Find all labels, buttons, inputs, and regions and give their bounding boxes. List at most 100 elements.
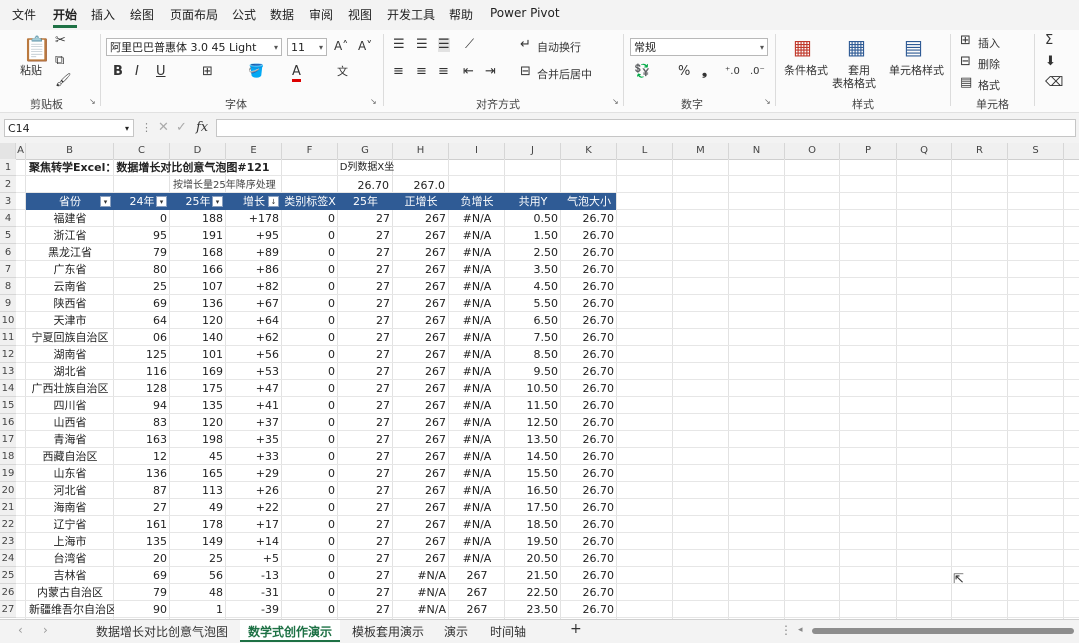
table-cell[interactable]: 135 — [114, 533, 170, 550]
table-cell[interactable]: 福建省 — [26, 210, 114, 227]
table-cell[interactable]: 湖北省 — [26, 363, 114, 380]
row-header[interactable]: 6 — [0, 244, 16, 261]
table-cell[interactable]: 吉林省 — [26, 567, 114, 584]
row-header[interactable]: 20 — [0, 482, 16, 499]
format-cells-button[interactable]: 格式 — [978, 77, 1000, 93]
table-cell[interactable]: 26.70 — [561, 550, 617, 567]
table-cell[interactable]: 27 — [338, 567, 393, 584]
table-cell[interactable]: 267 — [393, 363, 449, 380]
row-header[interactable]: 7 — [0, 261, 16, 278]
table-cell[interactable]: 26.70 — [561, 244, 617, 261]
table-cell[interactable]: 95 — [114, 227, 170, 244]
sheet-tab[interactable]: 时间轴 — [490, 623, 526, 640]
table-cell[interactable]: 13.50 — [505, 431, 561, 448]
paste-icon[interactable]: 📋 — [22, 36, 52, 62]
table-cell[interactable]: 0 — [282, 380, 338, 397]
table-cell[interactable]: 21.50 — [505, 567, 561, 584]
menu-file[interactable]: 文件 — [12, 6, 36, 23]
column-header[interactable]: A — [16, 143, 26, 159]
row-header[interactable]: 26 — [0, 584, 16, 601]
table-cell[interactable]: 26.70 — [561, 329, 617, 346]
table-cell[interactable]: 26.70 — [561, 397, 617, 414]
table-cell[interactable]: 27 — [338, 550, 393, 567]
table-cell[interactable]: -13 — [226, 567, 282, 584]
table-cell[interactable]: 168 — [170, 244, 226, 261]
table-cell[interactable]: 1.50 — [505, 227, 561, 244]
table-cell[interactable]: 云南省 — [26, 278, 114, 295]
table-cell[interactable]: #N/A — [449, 363, 505, 380]
table-cell[interactable]: #N/A — [449, 414, 505, 431]
table-cell[interactable]: 0 — [282, 414, 338, 431]
table-cell[interactable]: 0 — [282, 346, 338, 363]
autosum-icon[interactable]: Σ — [1045, 34, 1053, 48]
table-cell[interactable]: 宁夏回族自治区 — [26, 329, 114, 346]
table-cell[interactable]: #N/A — [449, 465, 505, 482]
font-name-select[interactable]: 阿里巴巴普惠体 3.0 45 Light ▾ — [106, 38, 282, 56]
table-cell[interactable]: 0 — [282, 567, 338, 584]
table-cell[interactable]: 26.70 — [561, 499, 617, 516]
table-cell[interactable]: +22 — [226, 499, 282, 516]
table-cell[interactable]: 140 — [170, 329, 226, 346]
row-header[interactable]: 16 — [0, 414, 16, 431]
column-header[interactable]: H — [393, 143, 449, 159]
table-cell[interactable]: 12.50 — [505, 414, 561, 431]
table-cell[interactable]: 27 — [338, 499, 393, 516]
table-cell[interactable]: 116 — [114, 363, 170, 380]
row-header[interactable]: 23 — [0, 533, 16, 550]
align-left-icon[interactable]: ≡ — [393, 65, 404, 79]
table-cell[interactable]: 河北省 — [26, 482, 114, 499]
table-cell[interactable]: 0 — [282, 295, 338, 312]
font-size-select[interactable]: 11 ▾ — [287, 38, 327, 56]
number-launcher-icon[interactable]: ↘ — [764, 97, 771, 106]
format-as-table-icon[interactable]: ▦ — [847, 36, 866, 58]
table-cell[interactable]: 19.50 — [505, 533, 561, 550]
table-cell[interactable]: 267 — [393, 329, 449, 346]
table-cell[interactable]: 26.70 — [561, 380, 617, 397]
more-icon[interactable]: ⋮ — [141, 121, 152, 135]
table-header-cell[interactable]: 负增长 — [449, 193, 505, 210]
table-cell[interactable]: +41 — [226, 397, 282, 414]
table-cell[interactable]: #N/A — [449, 244, 505, 261]
table-cell[interactable]: 56 — [170, 567, 226, 584]
row-header[interactable]: 10 — [0, 312, 16, 329]
filter-dropdown-icon[interactable]: ▾ — [212, 196, 223, 207]
table-cell[interactable]: #N/A — [449, 295, 505, 312]
column-header[interactable]: L — [617, 143, 673, 159]
table-header-cell[interactable]: 共用Y — [505, 193, 561, 210]
delete-cells-icon[interactable]: ⊟ — [960, 55, 971, 69]
table-cell[interactable]: 267 — [393, 465, 449, 482]
table-cell[interactable]: #N/A — [449, 261, 505, 278]
table-cell[interactable]: 26.70 — [561, 516, 617, 533]
table-cell[interactable]: +26 — [226, 482, 282, 499]
table-cell[interactable]: 120 — [170, 414, 226, 431]
table-cell[interactable]: #N/A — [449, 380, 505, 397]
table-cell[interactable]: 178 — [170, 516, 226, 533]
table-cell[interactable]: 06 — [114, 329, 170, 346]
table-cell[interactable]: 69 — [114, 295, 170, 312]
table-cell[interactable]: 267 — [393, 295, 449, 312]
table-cell[interactable]: +35 — [226, 431, 282, 448]
fill-icon[interactable]: ⬇ — [1045, 55, 1056, 69]
table-cell[interactable]: -31 — [226, 584, 282, 601]
table-cell[interactable]: 4.50 — [505, 278, 561, 295]
table-cell[interactable]: +47 — [226, 380, 282, 397]
table-cell[interactable]: 山西省 — [26, 414, 114, 431]
delete-cells-button[interactable]: 删除 — [978, 56, 1000, 72]
table-cell[interactable]: 15.50 — [505, 465, 561, 482]
alignment-launcher-icon[interactable]: ↘ — [612, 97, 619, 106]
table-cell[interactable]: #N/A — [393, 567, 449, 584]
table-cell[interactable]: 267 — [393, 380, 449, 397]
italic-button[interactable]: I — [135, 65, 139, 79]
table-cell[interactable]: 128 — [114, 380, 170, 397]
table-cell[interactable]: 22.50 — [505, 584, 561, 601]
table-cell[interactable]: 9.50 — [505, 363, 561, 380]
table-cell[interactable]: 26.70 — [561, 261, 617, 278]
table-cell[interactable]: 0 — [282, 363, 338, 380]
table-cell[interactable]: 27 — [338, 278, 393, 295]
table-cell[interactable]: #N/A — [449, 278, 505, 295]
menu-help[interactable]: 帮助 — [449, 6, 473, 23]
table-cell[interactable]: #N/A — [449, 210, 505, 227]
merge-center-button[interactable]: 合并后居中 — [537, 66, 592, 82]
accounting-format-icon[interactable]: 💱 — [634, 65, 650, 79]
table-cell[interactable]: 海南省 — [26, 499, 114, 516]
